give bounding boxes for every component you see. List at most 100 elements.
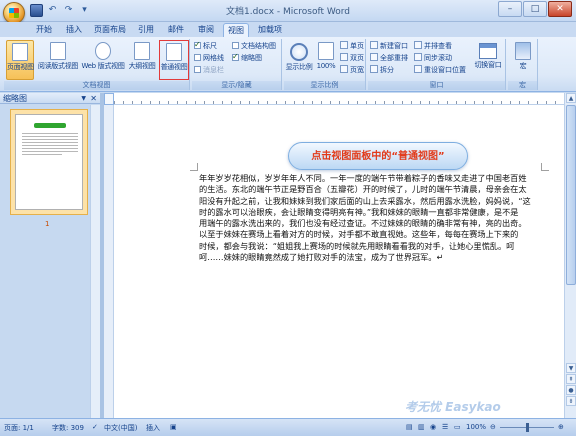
zoom-100-button[interactable]: 100%	[314, 40, 338, 80]
synchronous-scrolling-button[interactable]: 同步滚动	[414, 53, 452, 64]
instruction-callout: 点击视图面板中的“普通视图”	[288, 142, 468, 170]
close-pane-icon[interactable]: ✕	[90, 93, 97, 104]
tab-mailings[interactable]: 邮件	[164, 23, 188, 37]
arrange-all-button[interactable]: 全部重排	[370, 53, 408, 64]
title-bar: ↶ ↷ ▾ 文档1.docx - Microsoft Word – □ ✕	[0, 0, 576, 24]
outline-view-button[interactable]: 大纲视图	[127, 40, 157, 80]
document-line: 呵……妹妹的眼睛竟然成了她打败对手的法宝，成为了世界冠军。↵	[199, 252, 444, 263]
web-layout-button[interactable]: Web 版式视图	[81, 40, 125, 80]
reading-view-icon	[50, 42, 66, 60]
previous-page-icon[interactable]: ⇞	[566, 374, 576, 384]
next-page-icon[interactable]: ⇟	[566, 396, 576, 406]
minimize-button[interactable]: –	[498, 1, 522, 17]
word-count[interactable]: 字数: 309	[52, 423, 84, 433]
message-bar-checkbox[interactable]: 消息栏	[194, 65, 224, 76]
reset-window-position-button[interactable]: 重设窗口位置	[414, 65, 466, 76]
close-button[interactable]: ✕	[548, 1, 572, 17]
macros-button[interactable]: 宏	[511, 40, 535, 80]
chevron-down-icon[interactable]: ▼	[81, 93, 86, 104]
two-pages-button[interactable]: 双页	[340, 53, 364, 64]
group-macros: 宏 宏	[508, 39, 538, 90]
zoom-in-icon[interactable]: ⊕	[558, 423, 564, 431]
view-side-by-side-button[interactable]: 并排查看	[414, 41, 452, 52]
status-view-print-layout-icon[interactable]: ▤	[406, 423, 413, 431]
web-layout-icon	[95, 42, 111, 60]
zoom-slider[interactable]	[500, 423, 554, 432]
group-label-zoom: 显示比例	[284, 81, 365, 90]
thumbnail-line	[22, 139, 78, 140]
group-label-macros: 宏	[508, 81, 537, 90]
thumbnail-line	[22, 145, 78, 146]
thumbnail-pane-title: 缩略图	[3, 94, 27, 103]
document-line: 的生活。东北的端午节正是野百合（五瓣花）开的时候了，儿时的端午节清晨，母亲会在太	[199, 184, 527, 195]
draft-view-button[interactable]: 普通视图	[159, 40, 189, 80]
switch-windows-button[interactable]: 切换窗口	[472, 40, 504, 80]
status-bar: 页面: 1/1 字数: 309 ✓ 中文(中国) 插入 ▣ ▤ ▥ ◉ ☰ ▭ …	[0, 418, 576, 436]
tab-view[interactable]: 视图	[223, 23, 249, 37]
margin-corner-mark	[190, 163, 198, 171]
vertical-scrollbar[interactable]: ▲ ▼ ⇞ ● ⇟	[564, 93, 576, 418]
document-line: 阳没有升起之前，让我和妹妹到我们家后面的山上去采露水，然后用露水洗脸，妈妈说，“…	[199, 195, 531, 206]
thumbnail-line	[22, 142, 78, 143]
document-line: 以至于妹妹在赛场上看着对方的时候，对手都不敢直视她。这些年，每每在赛场上下来的	[199, 229, 519, 240]
draft-view-icon	[166, 43, 182, 61]
tab-references[interactable]: 引用	[134, 23, 158, 37]
one-page-button[interactable]: 单页	[340, 41, 364, 52]
reset-window-icon	[414, 65, 422, 73]
vertical-ruler	[104, 93, 114, 418]
page-count[interactable]: 页面: 1/1	[4, 423, 34, 433]
one-page-icon	[340, 41, 348, 49]
macro-record-icon[interactable]: ▣	[170, 423, 177, 431]
status-view-web-icon[interactable]: ◉	[430, 423, 436, 431]
document-line: 年年岁岁花相似，岁岁年年人不同。一年一度的端午节带着粽子的香味又走进了中国老百姓	[199, 173, 527, 183]
zoom-slider-handle[interactable]	[526, 423, 529, 432]
thumbnails-checkbox[interactable]: 缩略图	[232, 51, 262, 64]
thumbnail-line	[22, 154, 62, 155]
spelling-check-icon[interactable]: ✓	[92, 423, 98, 431]
checkbox-icon	[194, 66, 201, 73]
sync-scroll-icon	[414, 53, 422, 61]
zoom-button[interactable]: 显示比例	[285, 40, 313, 80]
tab-review[interactable]: 审阅	[194, 23, 218, 37]
window-controls: – □ ✕	[498, 1, 572, 17]
ruler-toggle-button[interactable]	[104, 93, 114, 105]
page-width-button[interactable]: 页宽	[340, 65, 364, 76]
horizontal-ruler	[114, 93, 564, 105]
thumbnail-pane: 缩略图 ▼ ✕ 1	[0, 93, 100, 418]
zoom-level[interactable]: 100%	[466, 423, 486, 431]
maximize-button[interactable]: □	[523, 1, 547, 17]
scroll-down-icon[interactable]: ▼	[566, 363, 576, 373]
thumbnail-line	[22, 148, 78, 149]
split-button[interactable]: 拆分	[370, 65, 394, 76]
checkbox-icon	[232, 42, 239, 49]
gridlines-checkbox[interactable]: 网格线	[194, 53, 224, 64]
outline-view-icon	[134, 42, 150, 60]
thumbnail-line	[22, 151, 78, 152]
scroll-up-icon[interactable]: ▲	[566, 93, 576, 103]
thumbnail-scrollbar[interactable]	[90, 105, 100, 418]
zoom-out-icon[interactable]: ⊖	[490, 423, 496, 431]
document-body[interactable]: 年年岁岁花相似，岁岁年年人不同。一年一度的端午节带着粽子的香味又走进了中国老百姓…	[199, 173, 539, 263]
thumbnail-pane-header: 缩略图 ▼ ✕	[0, 93, 100, 104]
status-view-outline-icon[interactable]: ☰	[442, 423, 448, 431]
page-thumbnail[interactable]: 1	[10, 109, 88, 228]
status-view-draft-icon[interactable]: ▭	[454, 423, 461, 431]
tab-home[interactable]: 开始	[32, 23, 56, 37]
thumbnail-page-number: 1	[45, 220, 50, 228]
macros-icon	[515, 42, 531, 60]
scrollbar-thumb[interactable]	[566, 105, 576, 285]
tab-insert[interactable]: 插入	[62, 23, 86, 37]
group-label-show-hide: 显示/隐藏	[192, 81, 281, 90]
page-view-icon	[12, 43, 28, 61]
insert-mode-indicator[interactable]: 插入	[146, 423, 160, 433]
full-screen-reading-button[interactable]: 阅读版式视图	[37, 40, 79, 80]
tab-addins[interactable]: 加载项	[255, 23, 285, 37]
ruler-checkbox[interactable]: 标尺	[194, 39, 217, 52]
language-indicator[interactable]: 中文(中国)	[104, 423, 137, 433]
print-layout-button[interactable]: 页面视图	[6, 40, 34, 80]
browse-object-icon[interactable]: ●	[566, 385, 576, 395]
switch-windows-icon	[479, 43, 497, 59]
status-view-reading-icon[interactable]: ▥	[418, 423, 425, 431]
tab-page-layout[interactable]: 页面布局	[92, 23, 128, 37]
new-window-button[interactable]: 新建窗口	[370, 41, 408, 52]
